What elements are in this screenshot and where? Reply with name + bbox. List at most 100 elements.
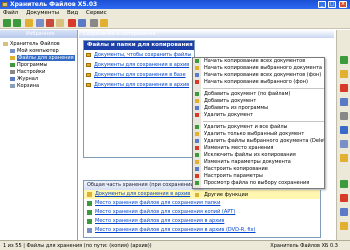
delete-icon[interactable] (340, 84, 348, 92)
context-menu: Начать копирование всех документов Начать… (192, 57, 325, 198)
window-title: Хранитель Файлов Х5.03 (10, 1, 98, 8)
context-menu-item-label: Добавить из программы (204, 105, 269, 111)
storage-icon (87, 219, 92, 224)
tree-node-files[interactable]: Файлы для хранения (3, 55, 77, 62)
settings-icon[interactable] (90, 19, 98, 27)
folder-icon[interactable] (100, 19, 108, 27)
close-icon[interactable] (340, 194, 348, 202)
edit-icon[interactable] (340, 70, 348, 78)
context-menu-item[interactable]: Удалить файлы выбранного документа (Dele… (193, 138, 324, 145)
properties-icon[interactable] (78, 19, 86, 27)
context-menu-item[interactable]: Добавить из программы (193, 105, 324, 112)
close-button[interactable]: × (339, 1, 347, 8)
context-menu-item-label: Начать копирование всех документов (фон) (204, 72, 322, 78)
context-menu-item[interactable]: Изменить место хранения (193, 145, 324, 152)
menu-item-icon (195, 167, 199, 171)
status-right: Хранитель Файлов ХБ 0.3 (270, 243, 338, 249)
context-menu-item[interactable]: Настроить параметры (193, 173, 324, 180)
section-header: Сохранение и копирование (79, 30, 334, 38)
app-icon (2, 2, 8, 7)
folder-icon (87, 192, 92, 197)
info-icon[interactable] (340, 222, 348, 230)
statusbar: 1 из 55 | Файлы для хранения (по пути: (… (0, 240, 350, 250)
menu-item-icon (195, 193, 199, 197)
folder-tree: Хранитель Файлов Мой компьютер Файлы для… (0, 38, 77, 90)
forward-icon[interactable] (13, 19, 21, 27)
add-icon[interactable] (340, 56, 348, 64)
folder-icon (86, 73, 91, 77)
context-menu-item[interactable]: Удалить документ (193, 112, 324, 119)
context-menu-item[interactable]: Начать копирование выбранного (фон) (193, 79, 324, 86)
list-item[interactable]: Место хранения файлов для сохранения в а… (84, 217, 320, 226)
tree-node-root[interactable]: Хранитель Файлов (3, 41, 77, 48)
maximize-button[interactable]: □ (328, 1, 336, 8)
context-menu-item[interactable]: Изменить параметры документа (193, 159, 324, 166)
context-menu-item-label: Удалить документ (204, 112, 253, 118)
back-icon[interactable] (3, 19, 11, 27)
toolbar (0, 17, 350, 29)
context-menu-item[interactable]: Добавить документ (193, 98, 324, 105)
paste-icon[interactable] (56, 19, 64, 27)
context-menu-item[interactable]: Начать копирование всех документов (193, 58, 324, 65)
tree-node-trash[interactable]: Корзина (3, 83, 77, 90)
tree-node-my-computer[interactable]: Мой компьютер (3, 48, 77, 55)
menu-documents[interactable]: Документы (23, 9, 62, 17)
list-item[interactable]: Место хранения файлов для сохранения пап… (84, 199, 320, 208)
menu-file[interactable]: Файл (0, 9, 21, 17)
menu-item-icon (195, 146, 199, 150)
context-menu-item-label: Изменить место хранения (204, 145, 274, 151)
search-icon[interactable] (340, 98, 348, 106)
list-item[interactable]: Документы для сохранения в базе (84, 70, 194, 80)
menu-separator (203, 189, 324, 190)
context-menu-item[interactable]: Удалить только выбранный документ (193, 131, 324, 138)
sidebar-header: Избранное (0, 30, 77, 38)
folder-icon (86, 83, 91, 87)
print-icon[interactable] (340, 140, 348, 148)
context-menu-item[interactable]: Удалить документ и все файлы (193, 124, 324, 131)
save-icon[interactable] (340, 126, 348, 134)
help-icon[interactable] (340, 154, 348, 162)
list-item[interactable]: Место хранения файлов для сохранения в а… (84, 226, 320, 235)
refresh-icon[interactable] (340, 208, 348, 216)
sidebar: Избранное Хранитель Файлов Мой компьютер… (0, 30, 78, 240)
context-menu-item[interactable]: Настроить копирование (193, 166, 324, 173)
menubar: Файл Документы Вид Сервис (0, 9, 350, 17)
delete-icon[interactable] (68, 19, 76, 27)
menu-service[interactable]: Сервис (83, 9, 110, 17)
list-item[interactable]: Документы, чтобы сохранить файлы (84, 50, 194, 60)
list-item[interactable]: Документы для сохранения в архив (84, 60, 194, 70)
minimize-button[interactable]: _ (318, 1, 326, 8)
context-menu-item[interactable]: Добавить документ (по файлам) (193, 91, 324, 98)
storage-icon (87, 201, 92, 206)
storage-icon (87, 210, 92, 215)
arrow-icon[interactable] (340, 180, 348, 188)
settings-icon (10, 69, 15, 74)
menu-separator (203, 121, 324, 122)
list-item[interactable]: Документы для сохранения в архив (84, 80, 194, 90)
folder-icon (86, 63, 91, 67)
up-icon[interactable] (25, 19, 33, 27)
context-menu-item[interactable]: Исключить файлы из копирования (193, 152, 324, 159)
menu-item-icon (195, 106, 199, 110)
menu-item-icon (195, 132, 199, 136)
folder-icon (86, 53, 91, 57)
cut-icon[interactable] (46, 19, 54, 27)
context-menu-item[interactable]: Другие функции (193, 192, 324, 199)
context-menu-item[interactable]: Начать копирование всех документов (фон) (193, 72, 324, 79)
tree-node-journal[interactable]: Журнал (3, 76, 77, 83)
context-menu-item[interactable]: Просмотр файла по выбору сохранения (193, 180, 324, 187)
list-item[interactable]: Место хранения файлов для сохранения коп… (84, 208, 320, 217)
tree-node-settings[interactable]: Настройки (3, 69, 77, 76)
tree-node-programs[interactable]: Программы (3, 62, 77, 69)
window-titlebar[interactable]: Хранитель Файлов Х5.03 _ □ × (0, 0, 350, 9)
files-panel: Файлы и папки для копирования Документы,… (83, 40, 195, 158)
menu-item-icon (195, 125, 199, 129)
menu-item-icon (195, 92, 199, 96)
status-left: 1 из 55 | Файлы для хранения (по пути: (… (3, 243, 152, 249)
settings-icon[interactable] (340, 112, 348, 120)
menu-view[interactable]: Вид (64, 9, 81, 17)
context-menu-item-label: Удалить файлы выбранного документа (Dele… (204, 138, 324, 144)
context-menu-item[interactable]: Начать копирование выбранного документа (193, 65, 324, 72)
menu-item-icon (195, 139, 199, 143)
copy-icon[interactable] (36, 19, 44, 27)
